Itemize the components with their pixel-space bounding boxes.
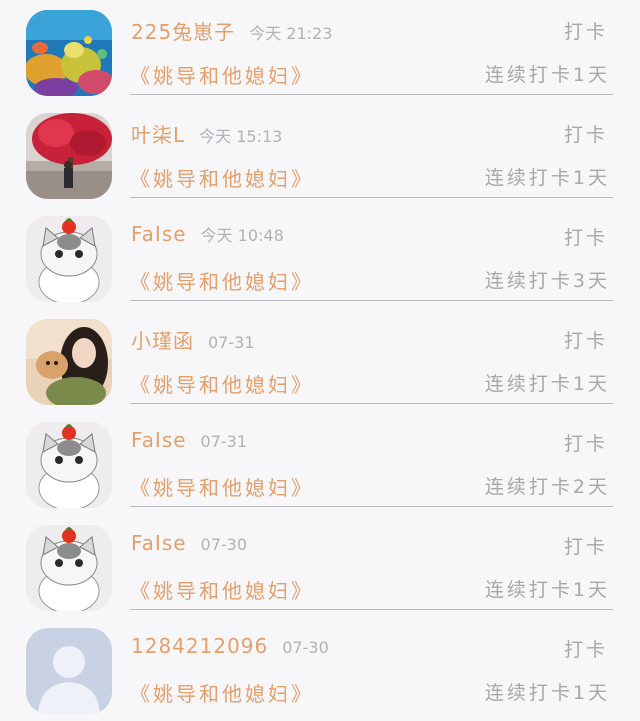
coral-reef-image — [26, 10, 112, 96]
row-divider — [130, 506, 613, 507]
user-name[interactable]: FaIse 07-30 — [131, 531, 247, 555]
streak-text: 连续打卡1天 — [484, 167, 610, 189]
row-divider — [130, 197, 613, 198]
cat-tomato-avatar[interactable] — [26, 525, 112, 611]
checkin-list: 225兔崽子 今天 21:23 打卡 《姚导和他媳妇》 连续打卡1天 叶柒L 今天 … — [0, 0, 640, 714]
streak-text: 连续打卡3天 — [484, 270, 610, 292]
cat-tomato-avatar[interactable] — [26, 216, 112, 302]
girl-dog-avatar[interactable] — [26, 319, 112, 405]
checkin-time: 07-31 — [208, 333, 255, 352]
cat-tomato-image — [26, 422, 112, 508]
user-name[interactable]: 小瑾函 07-31 — [131, 325, 255, 354]
user-name-text: 叶柒L — [131, 123, 186, 147]
book-title[interactable]: 《姚导和他媳妇》 — [130, 266, 314, 295]
user-name-text: FaIse — [131, 222, 187, 246]
checkin-time: 07-31 — [200, 432, 248, 451]
user-name-text: FaIse — [131, 531, 187, 555]
user-name[interactable]: FaIse 今天 10:48 — [131, 222, 284, 246]
checkin-action-label: 打卡 — [563, 124, 608, 146]
checkin-row[interactable]: 叶柒L 今天 15:13 打卡 《姚导和他媳妇》 连续打卡1天 — [0, 103, 640, 206]
checkin-row[interactable]: 1284212096 07-30 打卡 《姚导和他媳妇》 连续打卡1天 — [0, 618, 640, 721]
book-title[interactable]: 《姚导和他媳妇》 — [130, 60, 314, 89]
red-tree-image — [26, 113, 112, 199]
checkin-time: 今天 21:23 — [249, 24, 333, 43]
user-name[interactable]: 叶柒L 今天 15:13 — [131, 119, 282, 148]
user-name-text: 小瑾函 — [131, 329, 194, 353]
red-tree-avatar[interactable] — [26, 113, 112, 199]
book-title[interactable]: 《姚导和他媳妇》 — [130, 575, 314, 604]
row-divider — [130, 94, 613, 95]
streak-text: 连续打卡1天 — [484, 373, 610, 395]
checkin-row[interactable]: FaIse 07-30 打卡 《姚导和他媳妇》 连续打卡1天 — [0, 515, 640, 618]
cat-tomato-image — [26, 525, 112, 611]
checkin-action-label: 打卡 — [563, 433, 608, 455]
checkin-row[interactable]: FaIse 07-31 打卡 《姚导和他媳妇》 连续打卡2天 — [0, 412, 640, 515]
book-title[interactable]: 《姚导和他媳妇》 — [130, 163, 314, 192]
user-name[interactable]: 1284212096 07-30 — [131, 634, 329, 658]
streak-text: 连续打卡1天 — [484, 579, 610, 601]
user-name-text: 225兔崽子 — [131, 20, 236, 44]
streak-text: 连续打卡1天 — [484, 682, 610, 704]
default-person-avatar[interactable] — [26, 628, 112, 714]
streak-text: 连续打卡1天 — [484, 64, 610, 86]
coral-reef-avatar[interactable] — [26, 10, 112, 96]
checkin-time: 07-30 — [282, 638, 329, 657]
book-title[interactable]: 《姚导和他媳妇》 — [130, 472, 314, 501]
cat-tomato-image — [26, 216, 112, 302]
user-name[interactable]: 225兔崽子 今天 21:23 — [131, 16, 332, 45]
row-divider — [130, 403, 613, 404]
default-person-image — [26, 628, 112, 714]
user-name[interactable]: FaIse 07-31 — [131, 428, 247, 452]
user-name-text: FaIse — [131, 428, 187, 452]
streak-text: 连续打卡2天 — [484, 476, 610, 498]
user-name-text: 1284212096 — [131, 634, 269, 658]
checkin-row[interactable]: FaIse 今天 10:48 打卡 《姚导和他媳妇》 连续打卡3天 — [0, 206, 640, 309]
checkin-action-label: 打卡 — [563, 639, 608, 661]
cat-tomato-avatar[interactable] — [26, 422, 112, 508]
checkin-action-label: 打卡 — [563, 536, 608, 558]
book-title[interactable]: 《姚导和他媳妇》 — [130, 678, 314, 707]
checkin-action-label: 打卡 — [563, 330, 608, 352]
checkin-action-label: 打卡 — [563, 227, 608, 249]
checkin-row[interactable]: 小瑾函 07-31 打卡 《姚导和他媳妇》 连续打卡1天 — [0, 309, 640, 412]
book-title[interactable]: 《姚导和他媳妇》 — [130, 369, 314, 398]
checkin-action-label: 打卡 — [563, 21, 608, 43]
girl-dog-image — [26, 319, 112, 405]
checkin-time: 07-30 — [200, 535, 248, 554]
checkin-row[interactable]: 225兔崽子 今天 21:23 打卡 《姚导和他媳妇》 连续打卡1天 — [0, 0, 640, 103]
checkin-time: 今天 15:13 — [199, 127, 283, 146]
row-divider — [130, 609, 613, 610]
row-divider — [130, 300, 613, 301]
checkin-time: 今天 10:48 — [200, 226, 284, 245]
